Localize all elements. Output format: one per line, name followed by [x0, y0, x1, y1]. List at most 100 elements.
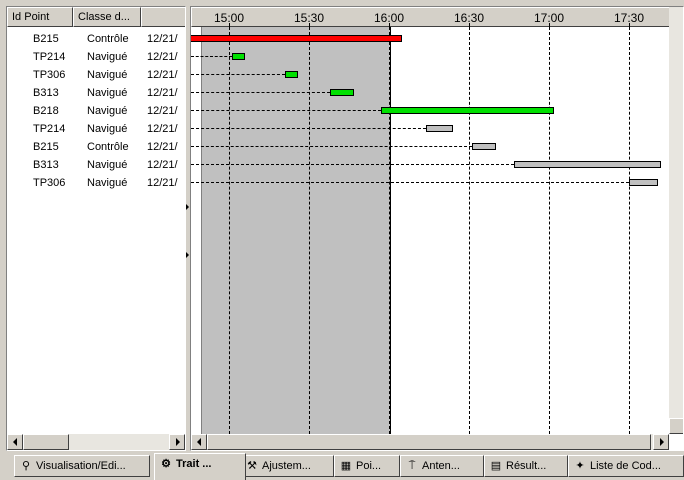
tab-label: Trait ...	[176, 458, 212, 470]
chart-horizontal-scrollbar[interactable]	[191, 434, 669, 450]
tab-label: Ajustem...	[262, 460, 311, 472]
row-guide-line	[191, 92, 331, 93]
time-gridline	[469, 27, 470, 434]
list-horizontal-scrollbar[interactable]	[7, 434, 185, 450]
point-class: Navigué	[87, 177, 128, 189]
time-gridline	[549, 27, 550, 434]
point-date: 12/21/	[147, 105, 178, 117]
arrow-right-icon	[660, 438, 664, 446]
point-id: B313	[33, 159, 59, 171]
row-guide-line	[191, 164, 515, 165]
arrow-left-icon	[13, 438, 17, 446]
point-id: TP214	[33, 51, 66, 63]
session-bar[interactable]	[285, 71, 299, 78]
point-class: Navigué	[87, 51, 128, 63]
scroll-right-button[interactable]	[653, 434, 669, 450]
point-class: Navigué	[87, 87, 128, 99]
row-guide-line	[191, 110, 381, 111]
scroll-thumb[interactable]	[207, 434, 651, 450]
time-gridline	[629, 27, 630, 434]
session-bar[interactable]	[514, 161, 661, 168]
list-row[interactable]: B313 Navigué 12/21/	[7, 156, 185, 174]
column-header-date[interactable]	[141, 7, 185, 27]
binoculars-icon: ⚲	[21, 460, 31, 472]
point-class: Navigué	[87, 123, 128, 135]
antenna-icon: ⍑	[408, 460, 416, 472]
list-row[interactable]: B215 Contrôle 12/21/	[7, 30, 185, 48]
session-bar[interactable]	[381, 107, 555, 114]
list-row[interactable]: B215 Contrôle 12/21/	[7, 138, 185, 156]
tab-points[interactable]: ▦ Poi...	[334, 455, 400, 477]
tools-icon: ⚒	[247, 460, 257, 472]
point-class: Navigué	[87, 159, 128, 171]
point-date: 12/21/	[147, 33, 178, 45]
row-guide-line	[191, 128, 427, 129]
list-row[interactable]: TP214 Navigué 12/21/	[7, 48, 185, 66]
point-class: Navigué	[87, 105, 128, 117]
column-header-classe[interactable]: Classe d...	[73, 7, 141, 27]
point-date: 12/21/	[147, 141, 178, 153]
point-date: 12/21/	[147, 69, 178, 81]
list-row[interactable]: TP306 Navigué 12/21/	[7, 174, 185, 192]
arrow-right-icon	[176, 438, 180, 446]
session-bar[interactable]	[471, 143, 496, 150]
point-date: 12/21/	[147, 123, 178, 135]
point-date: 12/21/	[147, 159, 178, 171]
tab-label: Résult...	[506, 460, 547, 472]
point-class: Navigué	[87, 69, 128, 81]
session-bar[interactable]	[426, 125, 453, 132]
session-bar[interactable]	[629, 179, 659, 186]
tab-tools[interactable]: ⚒ Ajustem...	[240, 455, 334, 477]
tab-code-list[interactable]: ✦ Liste de Cod...	[568, 455, 684, 477]
point-id: B218	[33, 105, 59, 117]
tab-label: Anten...	[422, 460, 460, 472]
point-list: Id Point Classe d... B215 Contrôle 12/21/T…	[6, 6, 186, 451]
point-class: Contrôle	[87, 33, 129, 45]
time-gridline	[389, 27, 390, 434]
results-icon: ▤	[490, 460, 502, 472]
code-list-icon: ✦	[575, 460, 585, 472]
points-icon: ▦	[340, 460, 352, 472]
tab-results[interactable]: ▤ Résult...	[484, 455, 568, 477]
session-bar[interactable]	[330, 89, 355, 96]
point-id: TP214	[33, 123, 66, 135]
time-gridline	[309, 27, 310, 434]
point-id: TP306	[33, 177, 66, 189]
timeline-chart: 15:00 15:30 16:00 16:30 17:00 17:30	[190, 6, 684, 451]
scroll-left-button[interactable]	[7, 434, 23, 450]
list-row[interactable]: TP214 Navigué 12/21/	[7, 120, 185, 138]
column-header-id-point[interactable]: Id Point	[7, 7, 73, 27]
session-bar[interactable]	[231, 53, 245, 60]
point-date: 12/21/	[147, 177, 178, 189]
row-guide-line	[191, 146, 472, 147]
splitter-arrow-icon	[186, 204, 189, 210]
point-id: B215	[33, 33, 59, 45]
row-guide-line	[191, 182, 629, 183]
row-guide-line	[191, 56, 232, 57]
scroll-right-button[interactable]	[169, 434, 185, 450]
point-date: 12/21/	[147, 87, 178, 99]
point-id: B215	[33, 141, 59, 153]
point-date: 12/21/	[147, 51, 178, 63]
chart-vertical-scrollbar[interactable]	[669, 7, 683, 434]
splitter-arrow-icon	[186, 252, 189, 258]
scroll-thumb[interactable]	[23, 434, 69, 450]
session-bar[interactable]	[191, 35, 403, 42]
time-gridline	[229, 27, 230, 434]
point-id: TP306	[33, 69, 66, 81]
tab-label: Visualisation/Edi...	[36, 460, 126, 472]
arrow-left-icon	[197, 438, 201, 446]
tab-antenna[interactable]: ⍑ Anten...	[400, 455, 484, 477]
list-row[interactable]: B218 Navigué 12/21/	[7, 102, 185, 120]
list-row[interactable]: B313 Navigué 12/21/	[7, 84, 185, 102]
scroll-left-button[interactable]	[191, 434, 207, 450]
scroll-down-button[interactable]	[669, 418, 683, 434]
gear-icon: ⚙	[161, 458, 171, 470]
row-guide-line	[191, 74, 285, 75]
tab-binoculars[interactable]: ⚲ Visualisation/Edi...	[14, 455, 150, 477]
tab-gear[interactable]: ⚙ Trait ...	[154, 453, 246, 480]
point-id: B313	[33, 87, 59, 99]
list-row[interactable]: TP306 Navigué 12/21/	[7, 66, 185, 84]
tab-label: Poi...	[356, 460, 382, 472]
point-class: Contrôle	[87, 141, 129, 153]
